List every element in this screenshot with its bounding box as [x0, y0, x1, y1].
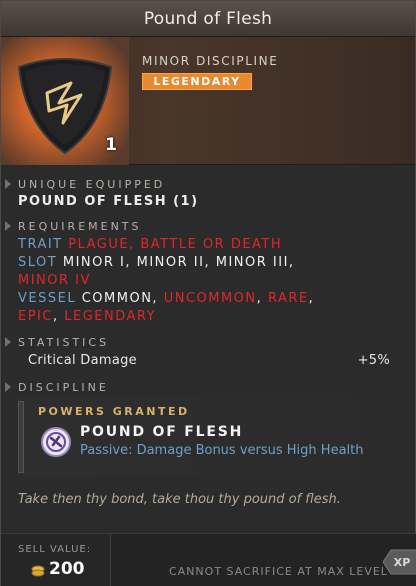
- item-title: Pound of Flesh: [143, 8, 273, 29]
- sell-value-box: SELL VALUE: 200: [1, 534, 111, 586]
- vessel-label: VESSEL: [18, 291, 77, 306]
- sell-value-amount: 200: [49, 559, 85, 579]
- vessel-common: COMMON: [81, 291, 153, 306]
- sell-value-label: SELL VALUE:: [18, 544, 92, 555]
- trait-label: TRAIT: [18, 237, 63, 252]
- section-arrow-icon: [5, 179, 11, 189]
- xp-badge-label: XP: [394, 556, 411, 569]
- power-glyph: [46, 432, 66, 452]
- vessel-uncommon: UNCOMMON: [163, 291, 257, 306]
- comma: ,: [152, 291, 159, 306]
- item-tooltip: Pound of Flesh 1 MINOR DISCIPLINE LEGEND…: [0, 0, 416, 586]
- comma: ,: [308, 291, 315, 306]
- unique-equipped-value: POUND OF FLESH (1): [18, 194, 199, 209]
- vessel-rare: RARE: [267, 291, 309, 306]
- tooltip-footer: SELL VALUE: 200 CANNOT SACRIFICE AT MAX …: [1, 533, 416, 586]
- stat-name: Critical Damage: [28, 353, 137, 368]
- power-description: Passive: Damage Bonus versus High Health: [80, 443, 364, 458]
- slot-label: SLOT: [18, 255, 58, 270]
- stat-row: Critical Damage +5%: [28, 353, 390, 368]
- title-bar: Pound of Flesh: [1, 1, 415, 37]
- vessel-legendary: LEGENDARY: [64, 309, 157, 324]
- slot-value-unmet: MINOR IV: [18, 273, 91, 288]
- comma: ,: [52, 309, 59, 324]
- sacrifice-notice: CANNOT SACRIFICE AT MAX LEVEL: [169, 565, 388, 578]
- flavor-text: Take then thy bond, take thou thy pound …: [18, 492, 341, 507]
- xp-badge-icon: XP: [383, 549, 416, 575]
- requirement-slot: SLOT MINOR I, MINOR II, MINOR III,: [18, 255, 295, 270]
- requirement-vessel-cont: EPIC, LEGENDARY: [18, 309, 156, 324]
- unique-equipped-heading: UNIQUE EQUIPPED: [18, 178, 166, 191]
- item-header: 1 MINOR DISCIPLINE LEGENDARY: [1, 37, 415, 165]
- rarity-badge: LEGENDARY: [142, 73, 252, 90]
- vessel-epic: EPIC: [18, 309, 53, 324]
- stat-value: +5%: [357, 353, 390, 368]
- coin-icon: [31, 565, 45, 577]
- item-subtype: MINOR DISCIPLINE: [142, 54, 279, 68]
- discipline-panel: POWERS GRANTED POUND OF FLESH Passive: D…: [18, 397, 398, 477]
- requirement-slot-cont: MINOR IV: [18, 273, 91, 288]
- power-name: POUND OF FLESH: [80, 424, 244, 440]
- comma: ,: [256, 291, 263, 306]
- item-count: 1: [105, 135, 117, 155]
- item-icon-frame: 1: [1, 37, 129, 165]
- section-arrow-icon: [5, 221, 11, 231]
- discipline-heading: DISCIPLINE: [18, 381, 109, 394]
- slot-value: MINOR I, MINOR II, MINOR III,: [62, 255, 295, 270]
- trait-value: PLAGUE, BATTLE OR DEATH: [68, 237, 283, 252]
- discipline-bar: [18, 401, 24, 473]
- powers-granted-label: POWERS GRANTED: [38, 405, 190, 418]
- requirement-vessel: VESSEL COMMON, UNCOMMON, RARE,: [18, 291, 314, 306]
- requirement-trait: TRAIT PLAGUE, BATTLE OR DEATH: [18, 237, 282, 252]
- section-arrow-icon: [5, 337, 11, 347]
- statistics-heading: STATISTICS: [18, 336, 110, 349]
- section-arrow-icon: [5, 382, 11, 392]
- requirements-heading: REQUIREMENTS: [18, 220, 142, 233]
- pound-of-flesh-power-icon: [41, 427, 71, 457]
